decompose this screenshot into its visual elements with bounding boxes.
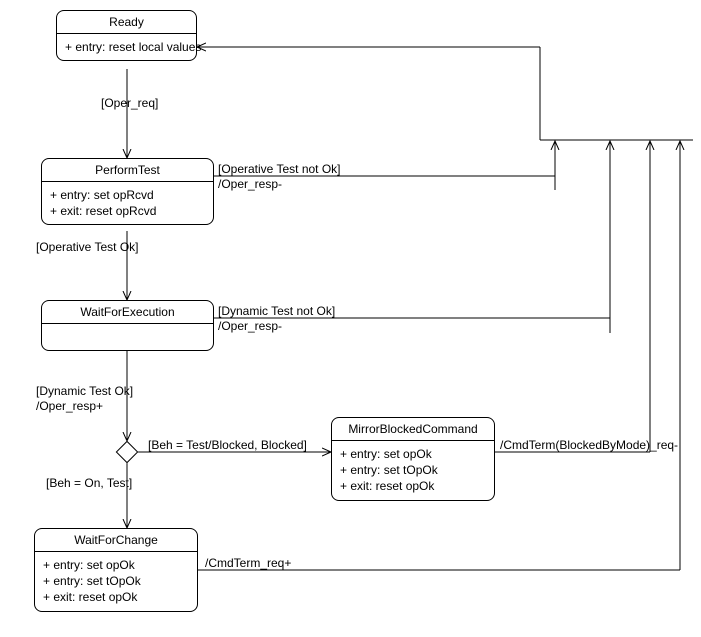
state-title: Ready bbox=[57, 11, 196, 34]
state-line: + exit: reset opOk bbox=[340, 478, 486, 494]
edge-label: [Dynamic Test Ok] bbox=[36, 384, 133, 399]
state-line: + entry: set opOk bbox=[340, 446, 486, 462]
edge-label: /Oper_resp- bbox=[218, 319, 282, 334]
state-line: + exit: reset opOk bbox=[43, 589, 189, 605]
edge-label: /Oper_resp+ bbox=[36, 399, 103, 414]
state-line: + exit: reset opRcvd bbox=[50, 203, 205, 219]
state-line: + entry: set tOpOk bbox=[43, 573, 189, 589]
state-body: + entry: set opOk + entry: set tOpOk + e… bbox=[332, 441, 494, 500]
edge-label: [Operative Test not Ok] bbox=[218, 162, 341, 177]
state-body bbox=[42, 324, 213, 354]
state-line: + entry: set opRcvd bbox=[50, 187, 205, 203]
state-line: + entry: set opOk bbox=[43, 557, 189, 573]
state-wait-for-execution: WaitForExecution bbox=[41, 300, 214, 351]
state-line: + entry: reset local values bbox=[65, 39, 188, 55]
state-title: WaitForChange bbox=[35, 529, 197, 552]
edge-label: [Operative Test Ok] bbox=[36, 240, 139, 255]
state-body: + entry: set opRcvd + exit: reset opRcvd bbox=[42, 182, 213, 224]
state-title: WaitForExecution bbox=[42, 301, 213, 324]
state-wait-for-change: WaitForChange + entry: set opOk + entry:… bbox=[34, 528, 198, 612]
edge-label: [Oper_req] bbox=[101, 96, 158, 111]
edge-label: [Beh = Test/Blocked, Blocked] bbox=[148, 438, 307, 453]
edge-label: [Beh = On, Test] bbox=[46, 476, 132, 491]
state-title: MirrorBlockedCommand bbox=[332, 418, 494, 441]
state-line: + entry: set tOpOk bbox=[340, 462, 486, 478]
state-body: + entry: set opOk + entry: set tOpOk + e… bbox=[35, 552, 197, 611]
state-body: + entry: reset local values bbox=[57, 34, 196, 60]
edge-label: /CmdTerm_req+ bbox=[205, 556, 291, 571]
state-title: PerformTest bbox=[42, 159, 213, 182]
edge-label: /Oper_resp- bbox=[218, 177, 282, 192]
state-diagram: { "states": { "ready": { "title": "Ready… bbox=[0, 0, 701, 637]
state-ready: Ready + entry: reset local values bbox=[56, 10, 197, 61]
edge-label: [Dynamic Test not Ok] bbox=[218, 304, 335, 319]
state-mirror-blocked-command: MirrorBlockedCommand + entry: set opOk +… bbox=[331, 417, 495, 501]
state-perform-test: PerformTest + entry: set opRcvd + exit: … bbox=[41, 158, 214, 225]
edge-label: /CmdTerm(BlockedByMode)_req- bbox=[500, 438, 678, 453]
